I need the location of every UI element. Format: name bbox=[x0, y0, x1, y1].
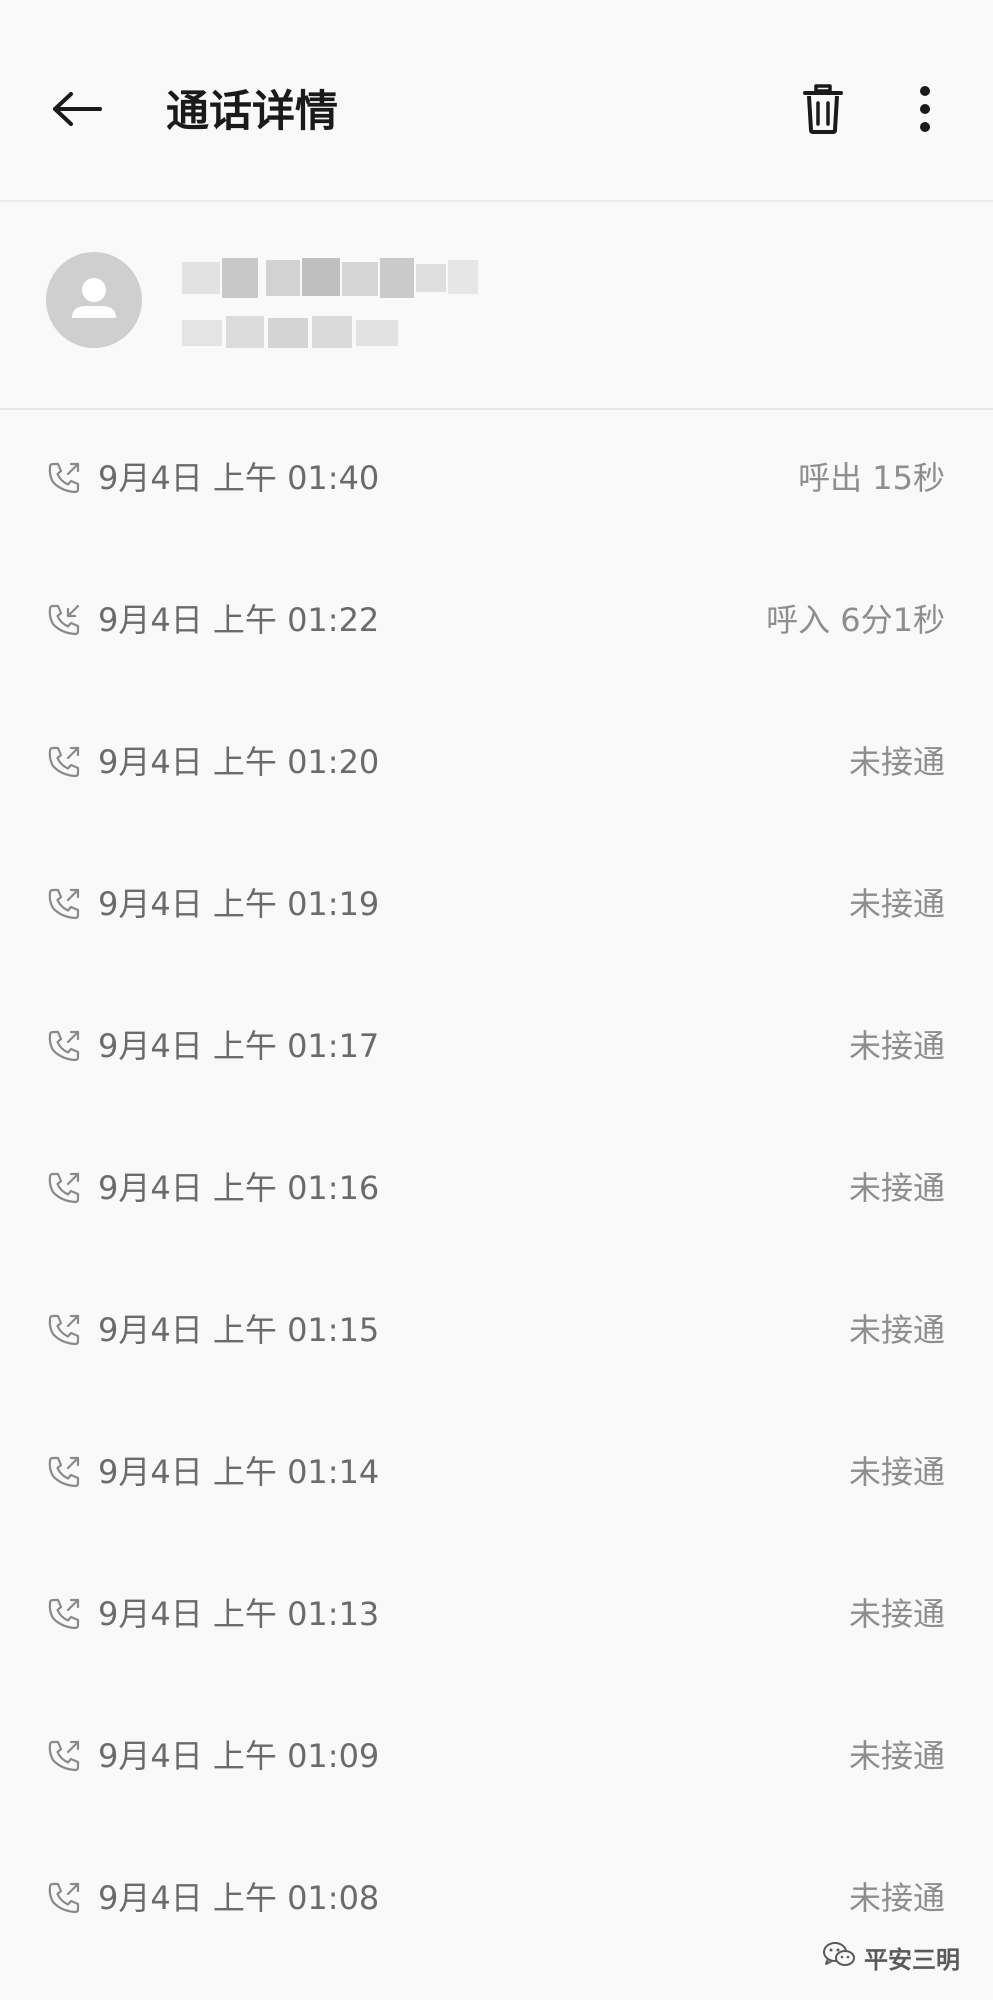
call-log-row[interactable]: 9月4日 上午 01:16 未接通 bbox=[0, 1120, 993, 1262]
call-log-list: 9月4日 上午 01:40 呼出 15秒 9月4日 上午 01:22 呼入 6分… bbox=[0, 410, 993, 2000]
outgoing-call-icon bbox=[46, 1596, 82, 1632]
call-details-screen: 通话详情 9月4日 上午 01:40 呼出 15秒 9月4日 上午 01:22 … bbox=[0, 0, 993, 2000]
more-vertical-icon bbox=[919, 85, 931, 137]
outgoing-call-icon bbox=[46, 1312, 82, 1348]
call-status: 未接通 bbox=[848, 743, 945, 781]
more-options-button[interactable] bbox=[892, 78, 958, 144]
person-icon bbox=[46, 278, 142, 348]
contact-header[interactable] bbox=[0, 202, 993, 410]
watermark-text: 平安三明 bbox=[864, 1945, 960, 1974]
outgoing-call-icon bbox=[46, 1028, 82, 1064]
call-time: 9月4日 上午 01:22 bbox=[98, 601, 380, 639]
call-time: 9月4日 上午 01:16 bbox=[98, 1169, 380, 1207]
call-time: 9月4日 上午 01:09 bbox=[98, 1737, 380, 1775]
call-status: 呼出 15秒 bbox=[798, 459, 945, 497]
call-log-row[interactable]: 9月4日 上午 01:09 未接通 bbox=[0, 1688, 993, 1830]
call-time: 9月4日 上午 01:14 bbox=[98, 1453, 380, 1491]
outgoing-call-icon bbox=[46, 460, 82, 496]
wechat-icon bbox=[822, 1940, 856, 1974]
outgoing-call-icon bbox=[46, 886, 82, 922]
call-log-row[interactable]: 9月4日 上午 01:19 未接通 bbox=[0, 836, 993, 978]
call-time: 9月4日 上午 01:17 bbox=[98, 1027, 380, 1065]
back-button[interactable] bbox=[44, 78, 110, 144]
call-log-row[interactable]: 9月4日 上午 01:22 呼入 6分1秒 bbox=[0, 552, 993, 694]
call-time: 9月4日 上午 01:19 bbox=[98, 885, 380, 923]
call-log-row[interactable]: 9月4日 上午 01:20 未接通 bbox=[0, 694, 993, 836]
contact-name-obscured bbox=[182, 258, 482, 298]
call-time: 9月4日 上午 01:13 bbox=[98, 1595, 380, 1633]
call-log-row[interactable]: 9月4日 上午 01:17 未接通 bbox=[0, 978, 993, 1120]
outgoing-call-icon bbox=[46, 1738, 82, 1774]
back-arrow-icon bbox=[52, 91, 102, 131]
trash-icon bbox=[803, 84, 843, 138]
delete-button[interactable] bbox=[790, 78, 856, 144]
call-time: 9月4日 上午 01:20 bbox=[98, 743, 380, 781]
call-time: 9月4日 上午 01:08 bbox=[98, 1879, 380, 1917]
call-status: 呼入 6分1秒 bbox=[766, 601, 945, 639]
call-status: 未接通 bbox=[848, 1879, 945, 1917]
call-status: 未接通 bbox=[848, 885, 945, 923]
avatar bbox=[46, 252, 142, 348]
call-status: 未接通 bbox=[848, 1169, 945, 1207]
call-status: 未接通 bbox=[848, 1737, 945, 1775]
outgoing-call-icon bbox=[46, 1170, 82, 1206]
call-log-row[interactable]: 9月4日 上午 01:14 未接通 bbox=[0, 1404, 993, 1546]
call-log-row[interactable]: 9月4日 上午 01:15 未接通 bbox=[0, 1262, 993, 1404]
app-bar: 通话详情 bbox=[0, 0, 993, 202]
page-title: 通话详情 bbox=[166, 87, 338, 137]
incoming-call-icon bbox=[46, 602, 82, 638]
watermark: 平安三明 bbox=[822, 1937, 960, 1977]
call-time: 9月4日 上午 01:15 bbox=[98, 1311, 380, 1349]
call-time: 9月4日 上午 01:40 bbox=[98, 459, 380, 497]
call-log-row[interactable]: 9月4日 上午 01:13 未接通 bbox=[0, 1546, 993, 1688]
call-log-row[interactable]: 9月4日 上午 01:40 呼出 15秒 bbox=[0, 410, 993, 552]
call-status: 未接通 bbox=[848, 1311, 945, 1349]
outgoing-call-icon bbox=[46, 744, 82, 780]
call-status: 未接通 bbox=[848, 1453, 945, 1491]
call-status: 未接通 bbox=[848, 1027, 945, 1065]
call-status: 未接通 bbox=[848, 1595, 945, 1633]
outgoing-call-icon bbox=[46, 1454, 82, 1490]
contact-number-obscured bbox=[182, 312, 402, 352]
outgoing-call-icon bbox=[46, 1880, 82, 1916]
